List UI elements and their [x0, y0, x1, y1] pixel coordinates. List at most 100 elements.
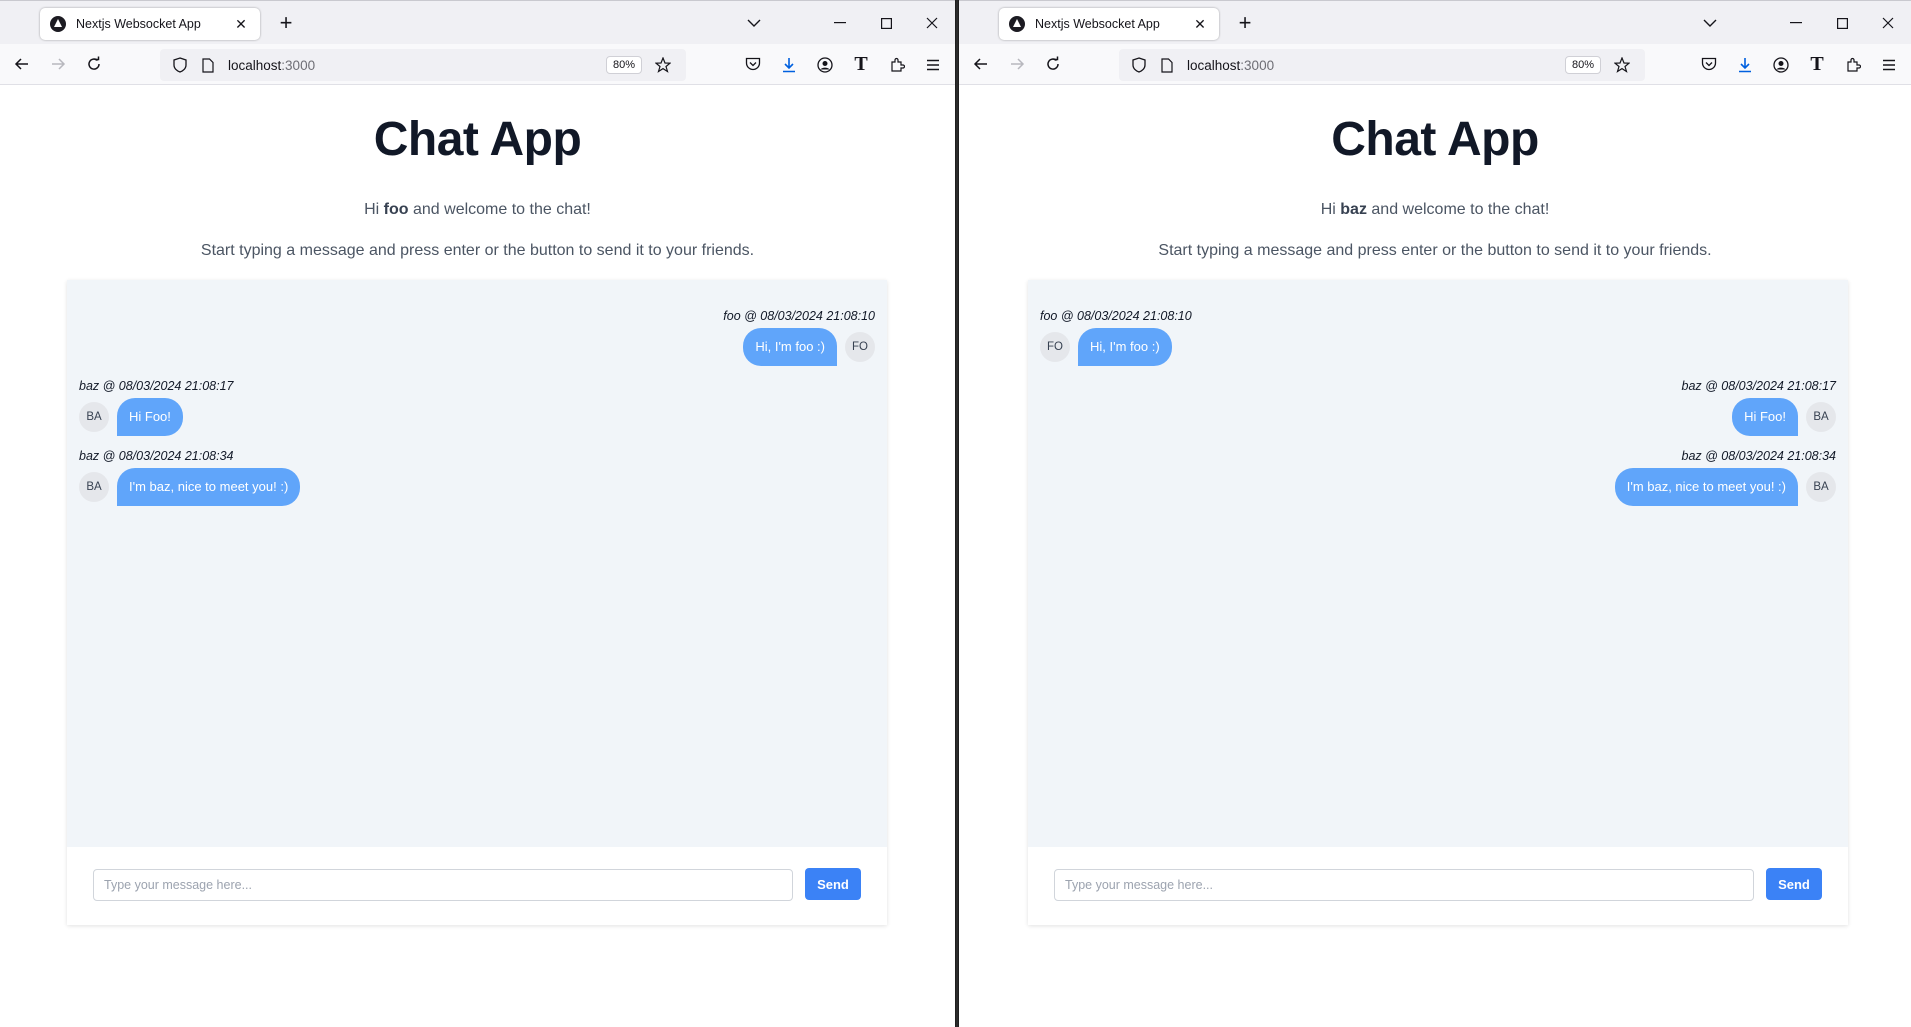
avatar: BA — [79, 402, 109, 432]
t-extension-icon[interactable]: T — [1799, 49, 1835, 81]
url-bar[interactable]: localhost:3000 80% — [160, 49, 686, 81]
send-button[interactable]: Send — [805, 868, 861, 900]
star-icon[interactable] — [1607, 51, 1637, 79]
chat-card: foo @ 08/03/2024 21:08:10 Hi, I'm foo :)… — [67, 280, 887, 925]
username: baz — [1340, 201, 1367, 218]
message-input[interactable] — [1054, 869, 1754, 901]
reload-icon[interactable] — [1035, 48, 1071, 80]
forward-icon[interactable] — [999, 48, 1035, 80]
url-host: localhost — [228, 57, 282, 73]
message-input[interactable] — [93, 869, 793, 901]
url-host: localhost — [1187, 57, 1241, 73]
chat-card: foo @ 08/03/2024 21:08:10 FO Hi, I'm foo… — [1028, 280, 1848, 925]
download-icon[interactable] — [771, 49, 807, 81]
page-title: Chat App — [1331, 113, 1539, 166]
greeting-suffix: and welcome to the chat! — [1366, 201, 1550, 218]
message-bubble: Hi, I'm foo :) — [1078, 328, 1172, 366]
username: foo — [383, 201, 409, 218]
message-composer: Send — [1028, 847, 1848, 925]
url-bar[interactable]: localhost:3000 80% — [1119, 49, 1645, 81]
nextjs-favicon-icon — [1009, 16, 1025, 32]
maximize-icon[interactable] — [863, 1, 909, 45]
message-list[interactable]: foo @ 08/03/2024 21:08:10 Hi, I'm foo :)… — [67, 280, 887, 847]
t-extension-icon[interactable]: T — [843, 49, 879, 81]
message-bubble: Hi Foo! — [117, 398, 183, 436]
message-item: baz @ 08/03/2024 21:08:17 Hi Foo! BA — [1040, 378, 1836, 436]
tab-active[interactable]: Nextjs Websocket App ✕ — [40, 8, 260, 40]
new-tab-button[interactable]: + — [272, 10, 300, 38]
star-icon[interactable] — [648, 51, 678, 79]
nextjs-favicon-icon — [50, 16, 66, 32]
page-icon[interactable] — [196, 53, 220, 77]
page-content: Chat App Hi foo and welcome to the chat!… — [0, 85, 955, 1027]
browser-window-right: Nextjs Websocket App ✕ + localhost:3000… — [958, 0, 1911, 1027]
forward-icon[interactable] — [40, 48, 76, 80]
download-icon[interactable] — [1727, 49, 1763, 81]
greeting: Hi baz and welcome to the chat! — [959, 201, 1911, 219]
message-bubble: I'm baz, nice to meet you! :) — [1614, 468, 1798, 506]
message-item: baz @ 08/03/2024 21:08:34 I'm baz, nice … — [1040, 448, 1836, 506]
instructions: Start typing a message and press enter o… — [1158, 242, 1712, 259]
window-controls — [731, 1, 955, 45]
shield-icon[interactable] — [1127, 53, 1151, 77]
navigation-toolbar: localhost:3000 80% T — [959, 44, 1911, 85]
zoom-level-badge[interactable]: 80% — [1564, 56, 1601, 74]
message-item: foo @ 08/03/2024 21:08:10 Hi, I'm foo :)… — [79, 308, 875, 366]
pocket-icon[interactable] — [735, 49, 771, 81]
message-meta: foo @ 08/03/2024 21:08:10 — [1040, 309, 1192, 323]
message-bubble: Hi Foo! — [1732, 398, 1798, 436]
pocket-icon[interactable] — [1691, 49, 1727, 81]
close-window-icon[interactable] — [1865, 1, 1911, 45]
message-bubble: Hi, I'm foo :) — [743, 328, 837, 366]
new-tab-button[interactable]: + — [1231, 10, 1259, 38]
message-item: baz @ 08/03/2024 21:08:34 BA I'm baz, ni… — [79, 448, 875, 506]
tab-active[interactable]: Nextjs Websocket App ✕ — [999, 8, 1219, 40]
page-icon[interactable] — [1155, 53, 1179, 77]
url-port: :3000 — [281, 57, 316, 73]
minimize-icon[interactable] — [817, 1, 863, 45]
zoom-level-badge[interactable]: 80% — [605, 56, 642, 74]
message-meta: baz @ 08/03/2024 21:08:34 — [79, 449, 234, 463]
avatar: FO — [1040, 332, 1070, 362]
extensions-icon[interactable] — [1835, 49, 1871, 81]
toolbar-right: T — [1691, 44, 1907, 85]
avatar: BA — [79, 472, 109, 502]
close-window-icon[interactable] — [909, 1, 955, 45]
avatar: BA — [1806, 402, 1836, 432]
back-icon[interactable] — [963, 48, 999, 80]
message-composer: Send — [67, 847, 887, 925]
menu-icon[interactable] — [915, 49, 951, 81]
message-meta: foo @ 08/03/2024 21:08:10 — [723, 309, 875, 323]
navigation-toolbar: localhost:3000 80% T — [0, 44, 955, 85]
shield-icon[interactable] — [168, 53, 192, 77]
message-item: foo @ 08/03/2024 21:08:10 FO Hi, I'm foo… — [1040, 308, 1836, 366]
tab-close-icon[interactable]: ✕ — [232, 16, 250, 33]
extensions-icon[interactable] — [879, 49, 915, 81]
send-button[interactable]: Send — [1766, 868, 1822, 900]
greeting-suffix: and welcome to the chat! — [408, 201, 591, 218]
reload-icon[interactable] — [76, 48, 112, 80]
message-meta: baz @ 08/03/2024 21:08:17 — [1681, 379, 1836, 393]
url-port: :3000 — [1240, 57, 1275, 73]
avatar: BA — [1806, 472, 1836, 502]
message-bubble: I'm baz, nice to meet you! :) — [117, 468, 301, 506]
tab-strip: Nextjs Websocket App ✕ + — [959, 0, 1911, 44]
tab-close-icon[interactable]: ✕ — [1191, 16, 1209, 33]
minimize-icon[interactable] — [1773, 1, 1819, 45]
list-all-tabs-icon[interactable] — [731, 1, 777, 45]
page-content: Chat App Hi baz and welcome to the chat!… — [959, 85, 1911, 1027]
menu-icon[interactable] — [1871, 49, 1907, 81]
tab-title: Nextjs Websocket App — [1035, 17, 1160, 31]
message-list[interactable]: foo @ 08/03/2024 21:08:10 FO Hi, I'm foo… — [1028, 280, 1848, 847]
maximize-icon[interactable] — [1819, 1, 1865, 45]
tab-strip: Nextjs Websocket App ✕ + — [0, 0, 955, 44]
account-icon[interactable] — [1763, 49, 1799, 81]
list-all-tabs-icon[interactable] — [1687, 1, 1733, 45]
account-icon[interactable] — [807, 49, 843, 81]
back-icon[interactable] — [4, 48, 40, 80]
page-title: Chat App — [373, 113, 582, 166]
greeting-prefix: Hi — [1320, 201, 1341, 218]
toolbar-right: T — [735, 44, 951, 85]
avatar: FO — [845, 332, 875, 362]
greeting: Hi foo and welcome to the chat! — [0, 201, 955, 219]
